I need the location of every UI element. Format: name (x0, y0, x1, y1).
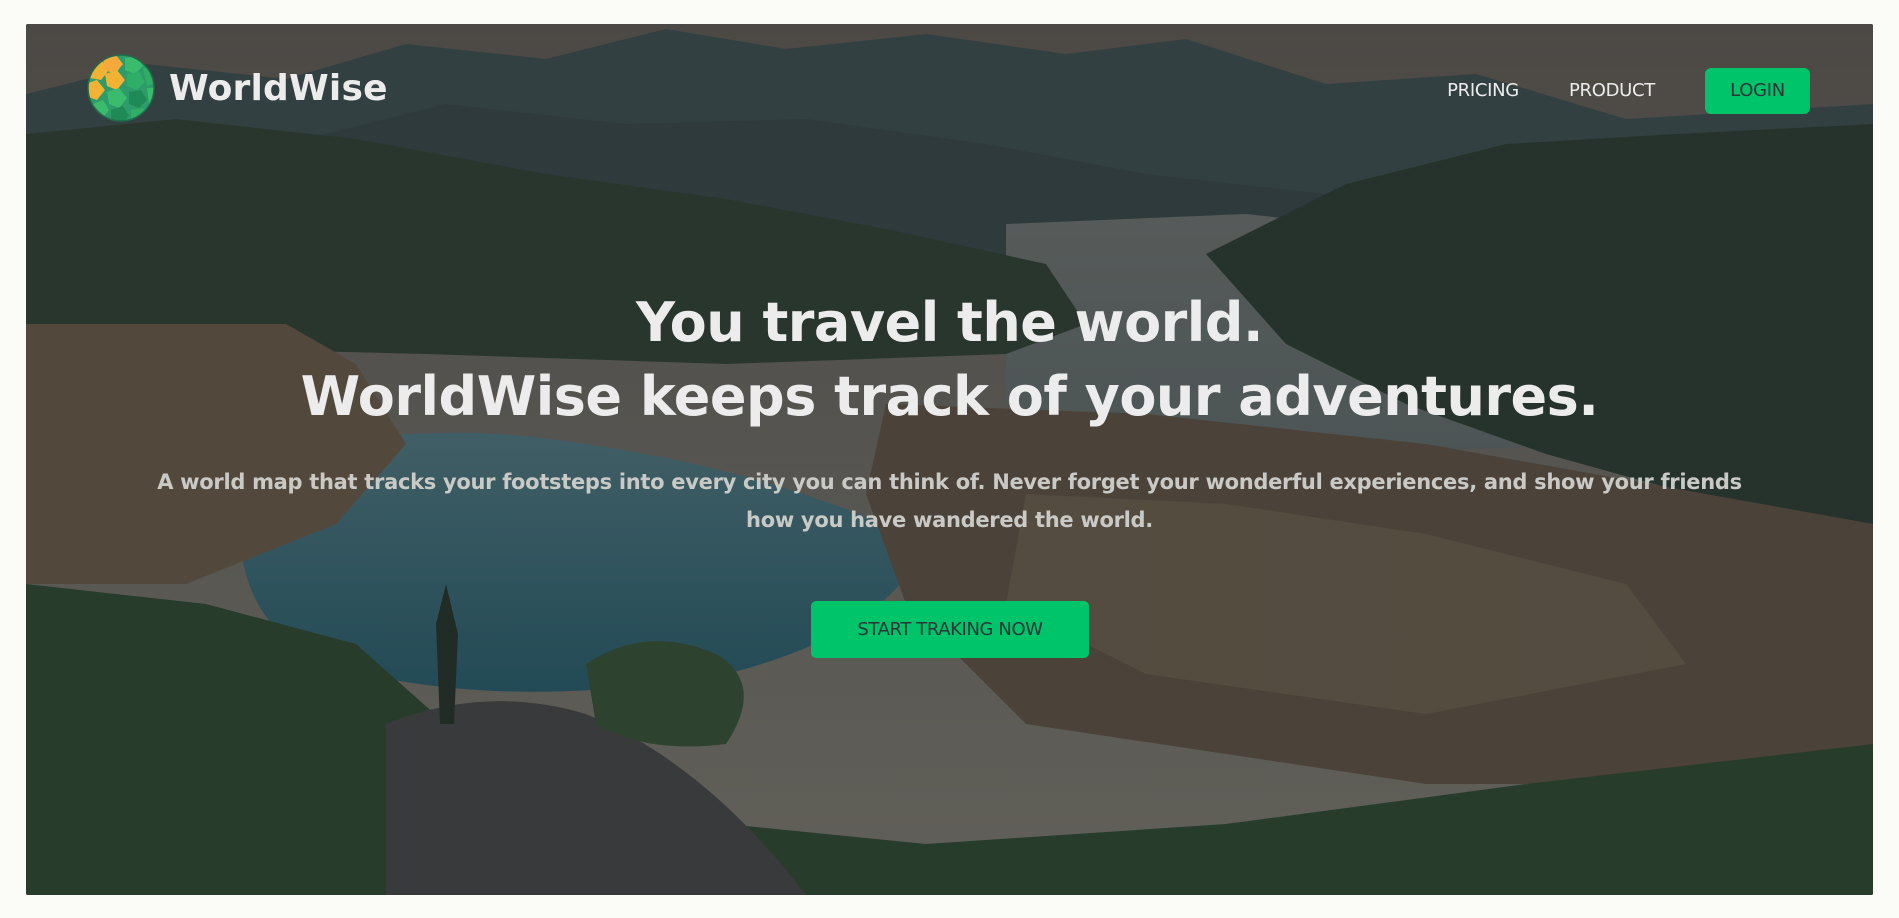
hero-section: WorldWise PRICING PRODUCT LOGIN You trav… (26, 24, 1873, 895)
brand-home-link[interactable]: WorldWise (87, 54, 388, 122)
hero-subtext-line-2: how you have wandered the world. (746, 508, 1153, 532)
start-tracking-button[interactable]: START TRAKING NOW (811, 601, 1089, 658)
hero-headline-line-1: You travel the world. (636, 291, 1263, 354)
nav-link-product[interactable]: PRODUCT (1569, 68, 1655, 114)
login-button[interactable]: LOGIN (1705, 68, 1810, 114)
nav-links: PRICING PRODUCT LOGIN (1447, 68, 1810, 114)
hero-dark-overlay (26, 24, 1873, 895)
top-navigation: WorldWise PRICING PRODUCT LOGIN (26, 24, 1873, 154)
hero-headline-line-2: WorldWise keeps track of your adventures… (300, 365, 1599, 428)
nav-link-pricing[interactable]: PRICING (1447, 68, 1519, 114)
brand-name: WorldWise (169, 67, 388, 109)
worldwise-globe-logo-icon (87, 54, 155, 122)
hero-subtext-line-1: A world map that tracks your footsteps i… (157, 470, 1742, 494)
hero-headline: You travel the world. WorldWise keeps tr… (26, 286, 1873, 434)
hero-subtext: A world map that tracks your footsteps i… (26, 463, 1873, 539)
